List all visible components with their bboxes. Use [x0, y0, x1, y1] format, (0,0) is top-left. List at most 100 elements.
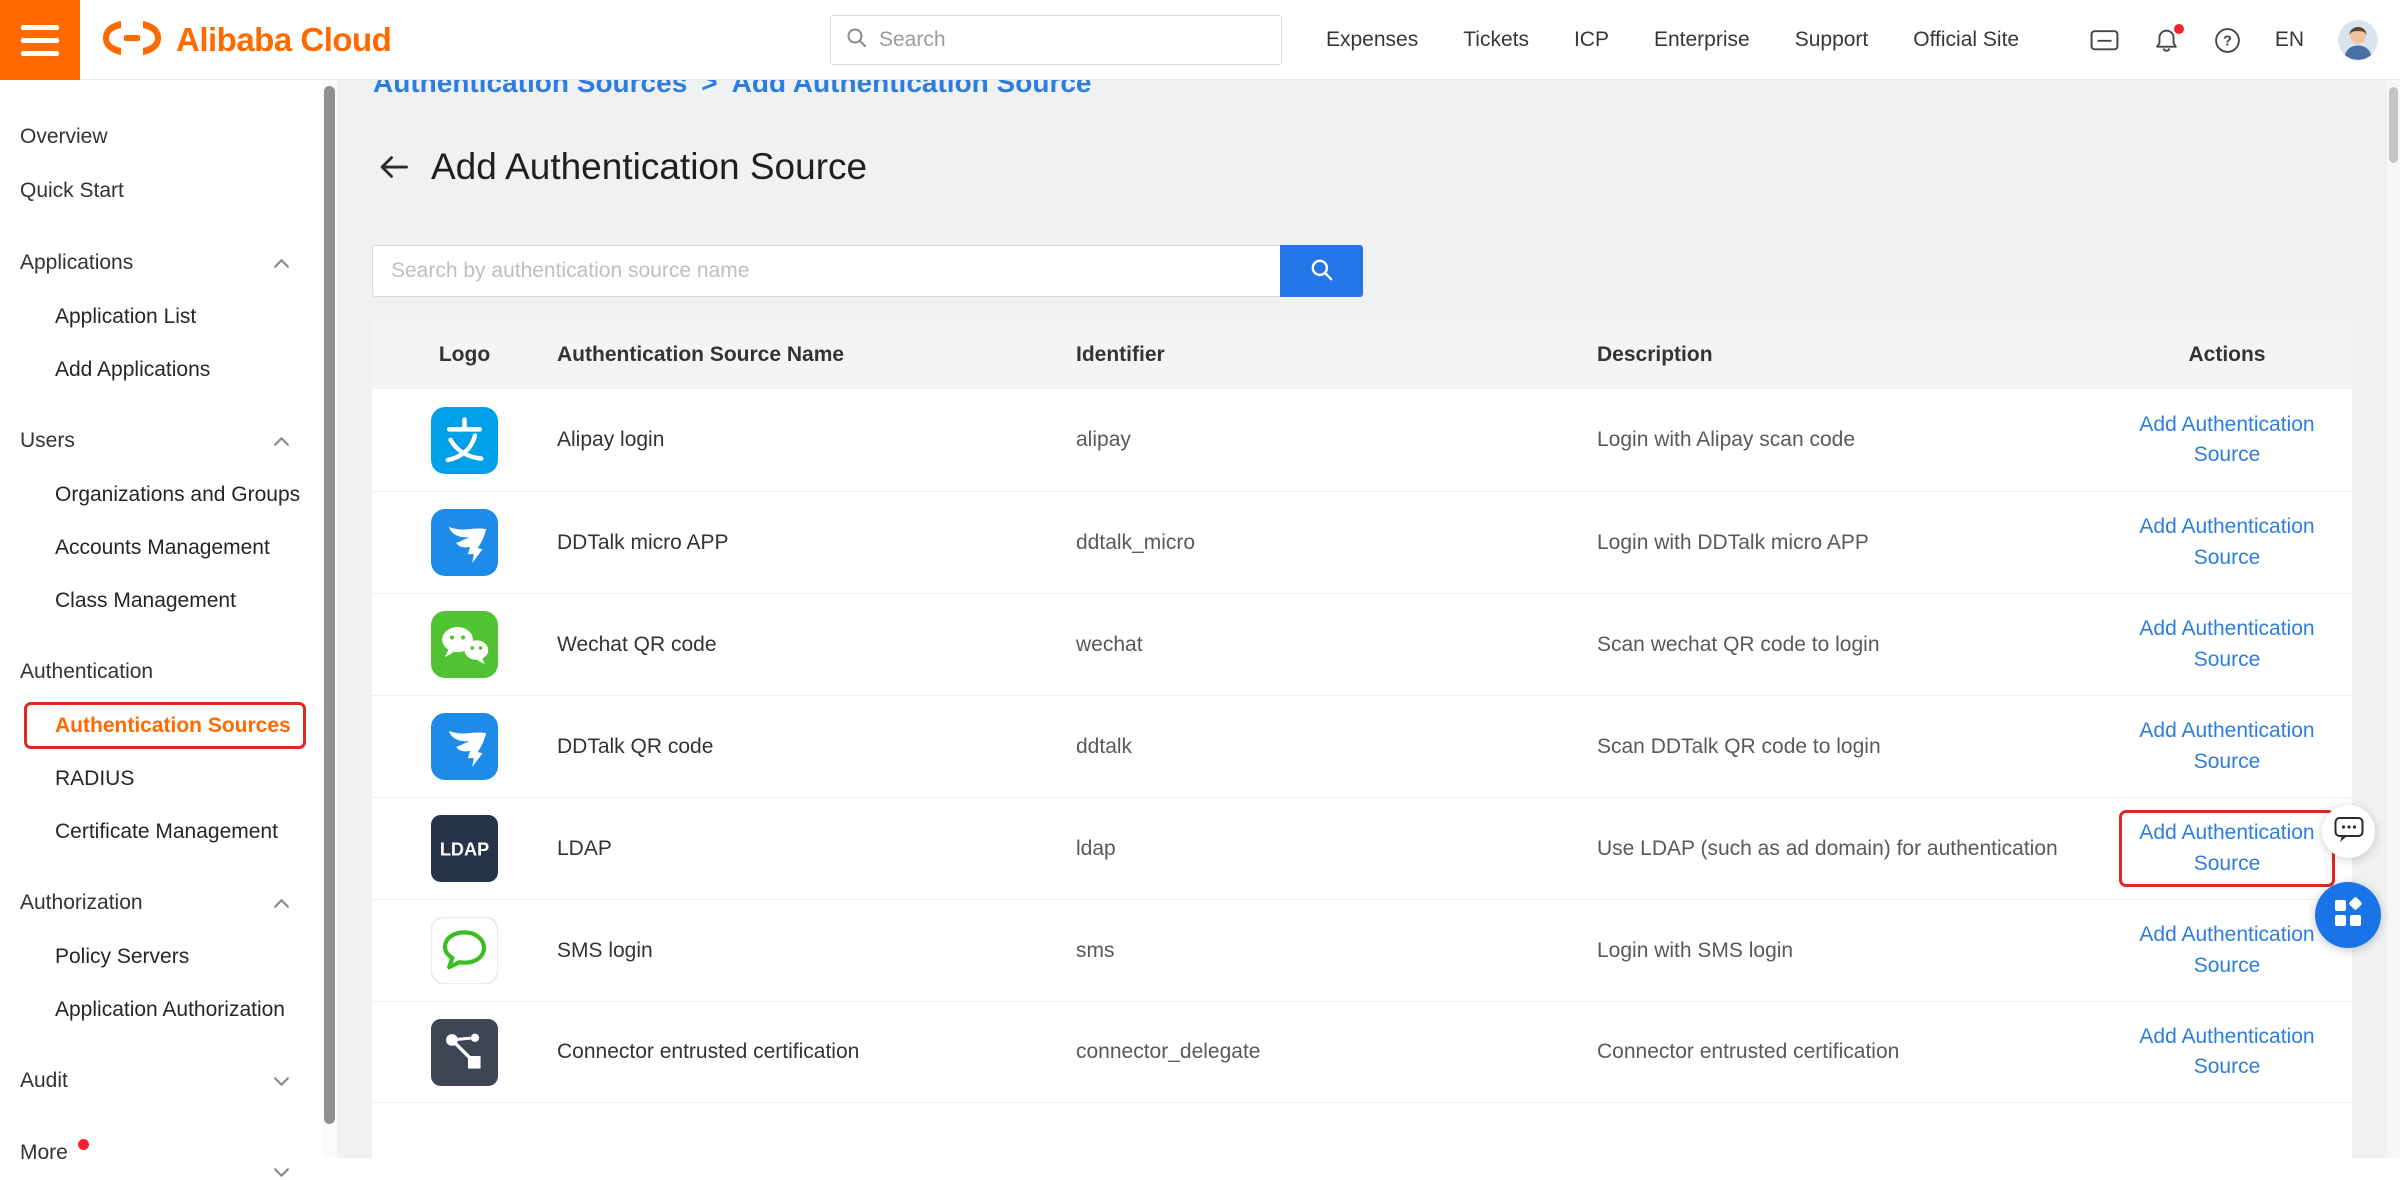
action-cell: Add Authentication Source [2119, 606, 2335, 683]
sidebar-item-certificate-management[interactable]: Certificate Management [0, 805, 322, 858]
column-header-description: Description [1597, 343, 2102, 367]
source-search-button[interactable] [1280, 245, 1363, 297]
highlight-box: Add Authentication Source [2119, 810, 2335, 887]
sidebar-item-label: Authorization [20, 891, 143, 915]
sidebar-item-label: More [20, 1141, 68, 1165]
nav-link-icp[interactable]: ICP [1574, 28, 1609, 52]
breadcrumb-separator: > [701, 80, 717, 98]
column-header-authentication-source-name: Authentication Source Name [557, 343, 1076, 367]
sidebar-item-policy-servers[interactable]: Policy Servers [0, 930, 322, 983]
table-row-alipay: Alipay login alipay Login with Alipay sc… [372, 389, 2352, 491]
add-authentication-source-link[interactable]: Add Authentication Source [2132, 818, 2322, 879]
source-identifier: sms [1076, 939, 1597, 963]
sidebar-item-label: Authentication Sources [55, 714, 291, 738]
source-description: Login with DDTalk micro APP [1597, 531, 2102, 555]
sidebar-item-more[interactable]: More [0, 1126, 322, 1180]
search-icon [845, 26, 869, 55]
message-icon[interactable] [2090, 28, 2119, 53]
search-icon [1309, 257, 1335, 286]
sidebar-item-authorization[interactable]: Authorization [0, 876, 322, 930]
add-authentication-source-link[interactable]: Add Authentication Source [2132, 410, 2322, 471]
sidebar-item-class-management[interactable]: Class Management [0, 574, 322, 627]
back-arrow-icon[interactable] [377, 152, 411, 182]
sms-logo-icon [431, 917, 498, 984]
sidebar-item-overview[interactable]: Overview [0, 110, 322, 164]
source-name: Connector entrusted certification [557, 1040, 1076, 1064]
sidebar-item-audit[interactable]: Audit [0, 1054, 322, 1108]
page-scrollbar[interactable] [2387, 80, 2400, 1158]
sidebar-item-applications[interactable]: Applications [0, 236, 322, 290]
source-name: Alipay login [557, 428, 1076, 452]
add-authentication-source-link[interactable]: Add Authentication Source [2132, 1022, 2322, 1083]
add-authentication-source-link[interactable]: Add Authentication Source [2132, 512, 2322, 573]
sidebar-item-authentication-sources[interactable]: Authentication Sources [24, 702, 306, 749]
source-description: Login with Alipay scan code [1597, 428, 2102, 452]
sidebar-item-label: RADIUS [55, 767, 134, 791]
sidebar-item-users[interactable]: Users [0, 414, 322, 468]
chevron-down-icon [273, 1167, 290, 1178]
source-identifier: alipay [1076, 428, 1597, 452]
sidebar-scrollbar[interactable] [322, 80, 337, 1158]
help-icon[interactable]: ? [2214, 27, 2241, 54]
dingtalk-logo-icon [431, 509, 498, 576]
user-avatar[interactable] [2338, 20, 2378, 60]
page-title: Add Authentication Source [431, 146, 867, 188]
sidebar-item-application-list[interactable]: Application List [0, 290, 322, 343]
hamburger-icon [21, 51, 59, 56]
add-authentication-source-link[interactable]: Add Authentication Source [2132, 614, 2322, 675]
sidebar: Overview Quick Start Applications Applicat… [0, 80, 322, 1158]
sidebar-item-label: Quick Start [20, 179, 124, 203]
table-row-ddtalk-micro: DDTalk micro APP ddtalk_micro Login with… [372, 491, 2352, 593]
chevron-down-icon [273, 1076, 290, 1087]
header-search-box[interactable] [830, 15, 1282, 65]
breadcrumb-add-authentication-source[interactable]: Add Authentication Source [732, 80, 1092, 98]
sidebar-item-label: Application Authorization [55, 998, 285, 1022]
app-grid-button[interactable] [2315, 882, 2381, 948]
source-name: SMS login [557, 939, 1076, 963]
hamburger-menu-button[interactable] [0, 0, 80, 80]
sidebar-item-quick-start[interactable]: Quick Start [0, 164, 322, 218]
chevron-up-icon [273, 258, 290, 269]
sidebar-item-add-applications[interactable]: Add Applications [0, 343, 322, 396]
table-row-sms: SMS login sms Login with SMS login Add A… [372, 899, 2352, 1001]
nav-link-tickets[interactable]: Tickets [1463, 28, 1529, 52]
source-description: Login with SMS login [1597, 939, 2102, 963]
source-search-input[interactable] [372, 245, 1280, 297]
sidebar-scrollbar-thumb[interactable] [324, 86, 335, 1124]
sidebar-item-application-authorization[interactable]: Application Authorization [0, 983, 322, 1036]
svg-text:LDAP: LDAP [440, 839, 489, 859]
source-description: Scan DDTalk QR code to login [1597, 735, 2102, 759]
add-authentication-source-link[interactable]: Add Authentication Source [2132, 716, 2322, 777]
bell-icon[interactable] [2153, 27, 2180, 54]
nav-link-support[interactable]: Support [1795, 28, 1869, 52]
sidebar-item-authentication[interactable]: Authentication [0, 645, 322, 699]
source-search-bar [372, 245, 1363, 297]
table-row-wechat: Wechat QR code wechat Scan wechat QR cod… [372, 593, 2352, 695]
alibaba-logo-icon [100, 17, 164, 64]
sidebar-item-label: Class Management [55, 589, 236, 613]
sidebar-item-organizations-and-groups[interactable]: Organizations and Groups [0, 468, 322, 521]
breadcrumb-authentication-sources[interactable]: Authentication Sources [373, 80, 687, 98]
sidebar-item-accounts-management[interactable]: Accounts Management [0, 521, 322, 574]
action-cell: Add Authentication Source [2119, 708, 2335, 785]
header-icon-group: ? EN [2090, 0, 2378, 80]
logo-text: Alibaba Cloud [176, 21, 391, 59]
header-search-input[interactable] [879, 28, 1267, 52]
sidebar-item-label: Add Applications [55, 358, 210, 382]
language-selector[interactable]: EN [2275, 28, 2304, 52]
nav-link-enterprise[interactable]: Enterprise [1654, 28, 1750, 52]
sidebar-item-radius[interactable]: RADIUS [0, 752, 322, 805]
feedback-chat-button[interactable] [2322, 805, 2375, 858]
sidebar-item-label: Accounts Management [55, 536, 270, 560]
nav-link-expenses[interactable]: Expenses [1326, 28, 1418, 52]
add-authentication-source-link[interactable]: Add Authentication Source [2132, 920, 2322, 981]
page-scrollbar-thumb[interactable] [2389, 87, 2398, 163]
table-row-ldap: LDAP LDAP ldap Use LDAP (such as ad doma… [372, 797, 2352, 899]
source-name: Wechat QR code [557, 633, 1076, 657]
nav-link-official-site[interactable]: Official Site [1913, 28, 2019, 52]
page-title-row: Add Authentication Source [377, 146, 867, 188]
alibaba-cloud-logo[interactable]: Alibaba Cloud [100, 0, 391, 80]
sidebar-item-label: Application List [55, 305, 196, 329]
app-grid-icon [2331, 896, 2365, 935]
sidebar-item-label: Organizations and Groups [55, 483, 300, 507]
